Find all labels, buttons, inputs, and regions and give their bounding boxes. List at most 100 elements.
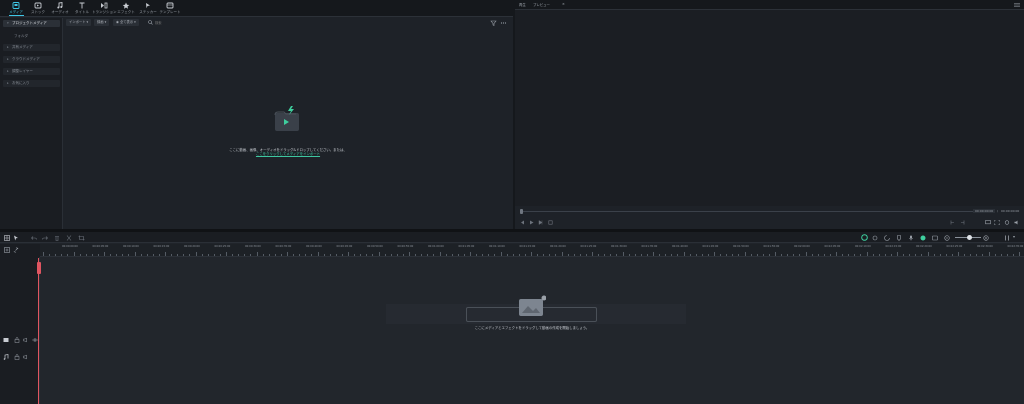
ruler-tick [207, 254, 209, 256]
snapshot-icon[interactable] [1004, 220, 1010, 225]
render-icon[interactable] [861, 234, 868, 241]
toolbar-effect[interactable]: エフェクト [114, 2, 138, 16]
snap-icon[interactable] [872, 235, 878, 241]
ruler-tick [439, 252, 441, 256]
record-dropdown[interactable]: 録画 ▾ [94, 19, 110, 26]
add-track-icon[interactable] [4, 247, 10, 253]
import-folder-icon[interactable] [273, 105, 301, 133]
ruler-tick-label: 00:02:15:00 [885, 245, 902, 248]
ruler-tick-label: 00:01:25:00 [580, 245, 597, 248]
delete-icon[interactable] [54, 235, 60, 241]
sidebar-item-shared-media[interactable]: ▸ 共有メディア [3, 44, 60, 51]
current-time: 00:00:00:00 [973, 209, 996, 213]
ruler-tick [823, 254, 825, 256]
lock-icon[interactable] [14, 337, 20, 343]
stop-icon[interactable] [548, 220, 553, 225]
ruler-tick [287, 252, 288, 256]
ruler-tick [506, 254, 508, 256]
marker-icon[interactable] [896, 235, 902, 241]
select-tool-icon[interactable] [13, 235, 19, 241]
ruler-tick [445, 254, 447, 256]
grid-view-icon[interactable] [1004, 235, 1010, 241]
search-input[interactable] [147, 19, 267, 26]
toolbar-media[interactable]: メディア [4, 2, 28, 16]
tracks-area[interactable] [40, 257, 1024, 404]
sidebar-item-adjustment-layer[interactable]: ▸ 調整レイヤー [3, 68, 60, 75]
ruler-tick [457, 254, 459, 256]
crop-icon[interactable] [78, 235, 85, 241]
ruler-tick [970, 254, 972, 256]
filter-dropdown[interactable]: ◉ 全て表示 ▾ [113, 19, 139, 26]
ruler-tick [329, 254, 331, 256]
import-dropdown[interactable]: インポート ▾ [66, 19, 92, 26]
ruler-tick [958, 252, 959, 256]
ruler-tick [750, 254, 752, 256]
ruler-tick-label: 00:00:05:00 [92, 245, 109, 248]
ruler-tick [427, 254, 429, 256]
preview-canvas[interactable] [515, 10, 1024, 206]
volume-icon[interactable] [1014, 220, 1020, 225]
sidebar-item-cloud-media[interactable]: ▸ クラウドメディア [3, 56, 60, 63]
fullscreen-icon[interactable] [994, 220, 1000, 225]
sidebar-item-project-media[interactable]: ▾ プロジェクトメディア [3, 20, 60, 27]
ruler-tick [701, 254, 703, 256]
layout-icon[interactable] [4, 235, 10, 241]
mark-out-icon[interactable] [960, 220, 965, 225]
sort-icon[interactable] [490, 20, 497, 26]
ai-icon[interactable] [920, 235, 926, 241]
sidebar-item-folder[interactable]: フォルダ [14, 34, 28, 39]
toolbar-sticker[interactable]: ステッカー [136, 2, 160, 16]
ruler-tick-label: 00:00:55:00 [397, 245, 414, 248]
zoom-out-icon[interactable] [944, 235, 950, 241]
link-icon[interactable] [13, 247, 19, 253]
timeline-panel: ▾ 00:00:00:00 00:00:05:00 00:00:10:00 00:00… [0, 232, 1024, 404]
microphone-icon[interactable] [908, 235, 914, 241]
mute-icon[interactable] [23, 337, 29, 343]
scrubber-handle[interactable] [520, 209, 523, 214]
lock-icon[interactable] [14, 354, 20, 360]
close-icon[interactable]: × [562, 2, 565, 6]
split-icon[interactable] [66, 235, 72, 241]
auto-ripple-icon[interactable] [884, 235, 890, 241]
zoom-in-icon[interactable] [983, 235, 989, 241]
undo-icon[interactable] [31, 235, 37, 241]
main-toolbar: メディア ストック オーディオ タイトル トランジション エフェクト ステッカー [0, 0, 513, 17]
ruler-tick-label: 00:00:40:00 [306, 245, 322, 248]
toolbar-title[interactable]: タイトル [70, 2, 94, 16]
toolbar-transition[interactable]: トランジション [92, 2, 117, 16]
toolbar-template[interactable]: テンプレート [158, 2, 182, 16]
playback-scrubber[interactable] [522, 211, 978, 212]
step-forward-icon[interactable] [538, 220, 543, 225]
sidebar-item-favorites[interactable]: ▸ お気に入り [3, 80, 60, 87]
zoom-slider-knob[interactable] [967, 235, 972, 240]
menu-icon[interactable] [1014, 3, 1020, 7]
tab-playback[interactable]: 再生 [519, 2, 526, 7]
more-icon[interactable] [500, 20, 507, 26]
toolbar-stock[interactable]: ストック [26, 2, 50, 16]
mute-icon[interactable] [23, 354, 29, 360]
tab-preview[interactable]: プレビュー [533, 2, 550, 7]
ruler-tick [665, 254, 667, 256]
playhead[interactable] [38, 258, 39, 404]
ruler-tick [738, 254, 740, 256]
mark-in-icon[interactable] [950, 220, 955, 225]
ruler-tick [903, 254, 905, 256]
ruler-tick [171, 254, 173, 256]
ruler-tick [1000, 254, 1002, 256]
chevron-down-icon[interactable]: ▾ [1013, 234, 1015, 239]
playhead-handle[interactable] [37, 262, 41, 274]
timeline-ruler[interactable]: 00:00:00:00 00:00:05:00 00:00:10:00 00:00:1… [40, 244, 1024, 257]
active-tab-indicator [9, 15, 24, 16]
step-back-icon[interactable] [520, 220, 525, 225]
import-media-link[interactable]: ここをクリックしてメディアをインポート [200, 152, 376, 156]
display-icon[interactable] [985, 220, 991, 225]
ruler-tick-label: 00:01:30:00 [611, 245, 627, 248]
ruler-tick-label: 00:02:35:00 [1007, 245, 1024, 248]
subtitle-icon[interactable] [932, 235, 938, 241]
ruler-tick [707, 254, 709, 256]
ruler-tick [653, 252, 654, 256]
toolbar-audio[interactable]: オーディオ [48, 2, 72, 16]
redo-icon[interactable] [42, 235, 48, 241]
ruler-tick [579, 254, 581, 256]
play-icon[interactable] [529, 220, 534, 225]
